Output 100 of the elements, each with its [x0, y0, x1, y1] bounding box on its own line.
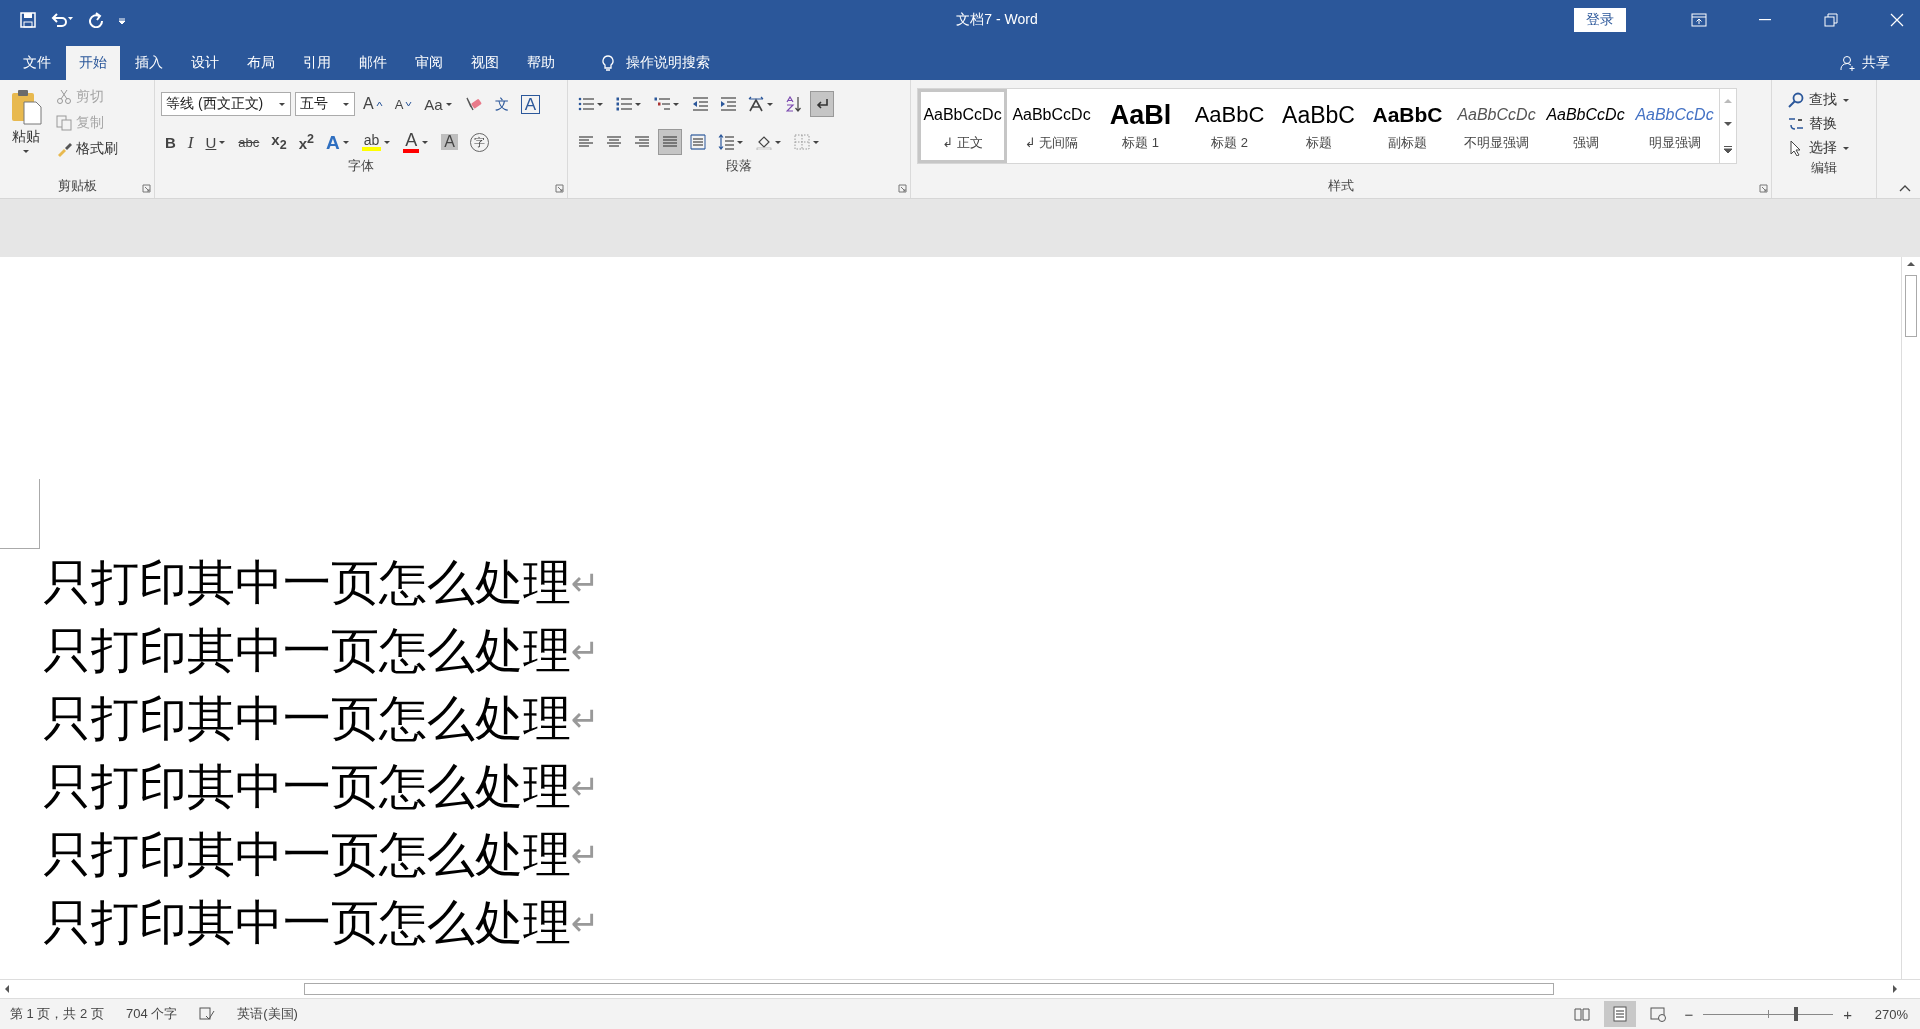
print-view-button[interactable] [1604, 1001, 1637, 1027]
style-gallery-item[interactable]: AaBbC 标题 [1274, 89, 1363, 163]
increase-indent-icon [720, 96, 736, 112]
style-gallery-item[interactable]: AaBbCcDc 不明显强调 [1452, 89, 1541, 163]
text-line: 只打印其中一页怎么处理↵ [43, 759, 600, 815]
caret-icon [342, 100, 350, 108]
zoom-level[interactable]: 270% [1862, 1006, 1908, 1022]
select-button[interactable]: 选择 [1786, 138, 1862, 158]
ribbon-tab[interactable]: 邮件 [346, 46, 400, 80]
replace-button[interactable]: 替换 [1786, 114, 1862, 134]
ribbon-tab[interactable]: 文件 [10, 46, 64, 80]
paste-button[interactable]: 粘贴 [6, 86, 46, 176]
caret-icon [596, 100, 604, 108]
dialog-launcher-icon [142, 184, 151, 193]
caret-icon [218, 138, 227, 146]
text-line: 只打印其中一页怎么处理↵ [43, 827, 600, 883]
underline-button[interactable]: U [201, 129, 231, 155]
lightbulb-icon [600, 54, 616, 72]
zoom-out-button[interactable]: − [1680, 1005, 1698, 1023]
ribbon-tab[interactable]: 开始 [66, 46, 120, 80]
replace-icon [1788, 116, 1804, 132]
justify-icon [662, 134, 678, 150]
caret-icon [383, 138, 392, 146]
group-label: 剪贴板 [56, 177, 98, 195]
customize-caret-icon [118, 15, 126, 25]
strikethrough-button[interactable]: abc [234, 129, 264, 155]
scroll-thumb[interactable] [304, 983, 1554, 995]
page-count[interactable]: 第 1 页，共 2 页 [10, 1005, 104, 1023]
italic-button[interactable]: I [183, 129, 198, 155]
close-icon [1889, 12, 1905, 28]
person-icon [1840, 55, 1856, 71]
text-line: 只打印其中一页怎么处理↵ [43, 895, 600, 951]
font-size-field[interactable]: 五号 [295, 92, 355, 116]
style-gallery-item[interactable]: AaBbC 副标题 [1363, 89, 1452, 163]
undo-icon [50, 12, 74, 28]
group-label: 样式 [1327, 177, 1355, 195]
zoom-in-button[interactable]: + [1839, 1005, 1856, 1023]
proofing-icon [199, 1006, 216, 1022]
ribbon-tab[interactable]: 视图 [458, 46, 512, 80]
caret-icon [22, 148, 30, 155]
page-icon [1612, 1006, 1629, 1022]
find-button[interactable]: 查找 [1786, 90, 1862, 110]
script-button[interactable]: x$^{2}$ [294, 129, 318, 155]
scroll-down-icon [1724, 122, 1732, 127]
paragraph-tool-button[interactable] [810, 91, 834, 117]
text-line: 只打印其中一页怎么处理↵ [43, 555, 600, 611]
caret-icon [421, 138, 430, 146]
caret-icon [774, 138, 782, 146]
line-spacing-icon [718, 134, 734, 150]
grow-font-button[interactable]: A [359, 91, 387, 117]
ribbon-tab[interactable]: 审阅 [402, 46, 456, 80]
highlight-button[interactable]: ab [357, 129, 396, 155]
scroll-thumb[interactable] [1905, 275, 1917, 337]
sign-in-button[interactable]: 登录 [1574, 8, 1626, 32]
dialog-launcher-icon [1759, 184, 1768, 193]
text-direction-icon [748, 96, 764, 112]
text-effects-button[interactable]: A [321, 129, 354, 155]
redo-icon [88, 12, 104, 28]
align-left-icon [578, 134, 594, 150]
bold-button[interactable]: B [161, 129, 180, 155]
style-gallery-item[interactable]: AaBbC 标题 2 [1185, 89, 1274, 163]
ribbon-tab[interactable]: 帮助 [514, 46, 568, 80]
language-label[interactable]: 英语(美国) [237, 1005, 298, 1023]
dialog-launcher-icon [898, 184, 907, 193]
shrink-font-button[interactable]: A [390, 91, 417, 117]
ribbon-tab[interactable]: 插入 [122, 46, 176, 80]
multilevel-list-icon [654, 96, 670, 112]
character-shading-button[interactable]: A [437, 129, 462, 155]
numbered-list-icon [616, 96, 632, 112]
restore-icon [1823, 12, 1839, 28]
font-name-field[interactable]: 等线 (西文正文) [161, 92, 291, 116]
search-icon [1788, 92, 1804, 108]
eraser-icon [464, 95, 483, 113]
word-count[interactable]: 704 个字 [125, 1005, 178, 1023]
ribbon-tab[interactable]: 引用 [290, 46, 344, 80]
clipboard-icon [10, 88, 42, 126]
style-gallery-item[interactable]: AaBbCcDc 强调 [1541, 89, 1630, 163]
script-button[interactable]: x$_{2}$ [267, 129, 291, 155]
caret-icon [766, 100, 774, 108]
tell-me-search[interactable]: 操作说明搜索 [600, 46, 710, 80]
brush-icon [56, 141, 72, 157]
align-right-icon [634, 134, 650, 150]
dialog-launcher-icon [555, 184, 564, 193]
style-gallery-item[interactable]: AaBl 标题 1 [1096, 89, 1185, 163]
ribbon-tab[interactable]: 设计 [178, 46, 232, 80]
style-gallery-item[interactable]: AaBbCcDc ↲ 正文 [918, 89, 1007, 163]
ribbon-tab[interactable]: 布局 [234, 46, 288, 80]
share-button[interactable]: 共享 [1840, 46, 1890, 80]
painter-button[interactable]: 格式刷 [52, 138, 122, 160]
caret-icon [1842, 96, 1850, 104]
more-icon [1724, 146, 1732, 154]
font-color-button[interactable]: A [399, 129, 434, 155]
style-gallery-item[interactable]: AaBbCcDc 明显强调 [1630, 89, 1719, 163]
caret-icon [812, 138, 820, 146]
group-label: 编辑 [1810, 159, 1838, 177]
style-gallery-item[interactable]: AaBbCcDc ↲ 无间隔 [1007, 89, 1096, 163]
phonetic-guide-button[interactable]: 文 [490, 91, 513, 117]
change-case-button[interactable]: Aa [420, 91, 457, 117]
scroll-up-icon [1724, 98, 1732, 103]
text-line: 只打印其中一页怎么处理↵ [43, 691, 600, 747]
